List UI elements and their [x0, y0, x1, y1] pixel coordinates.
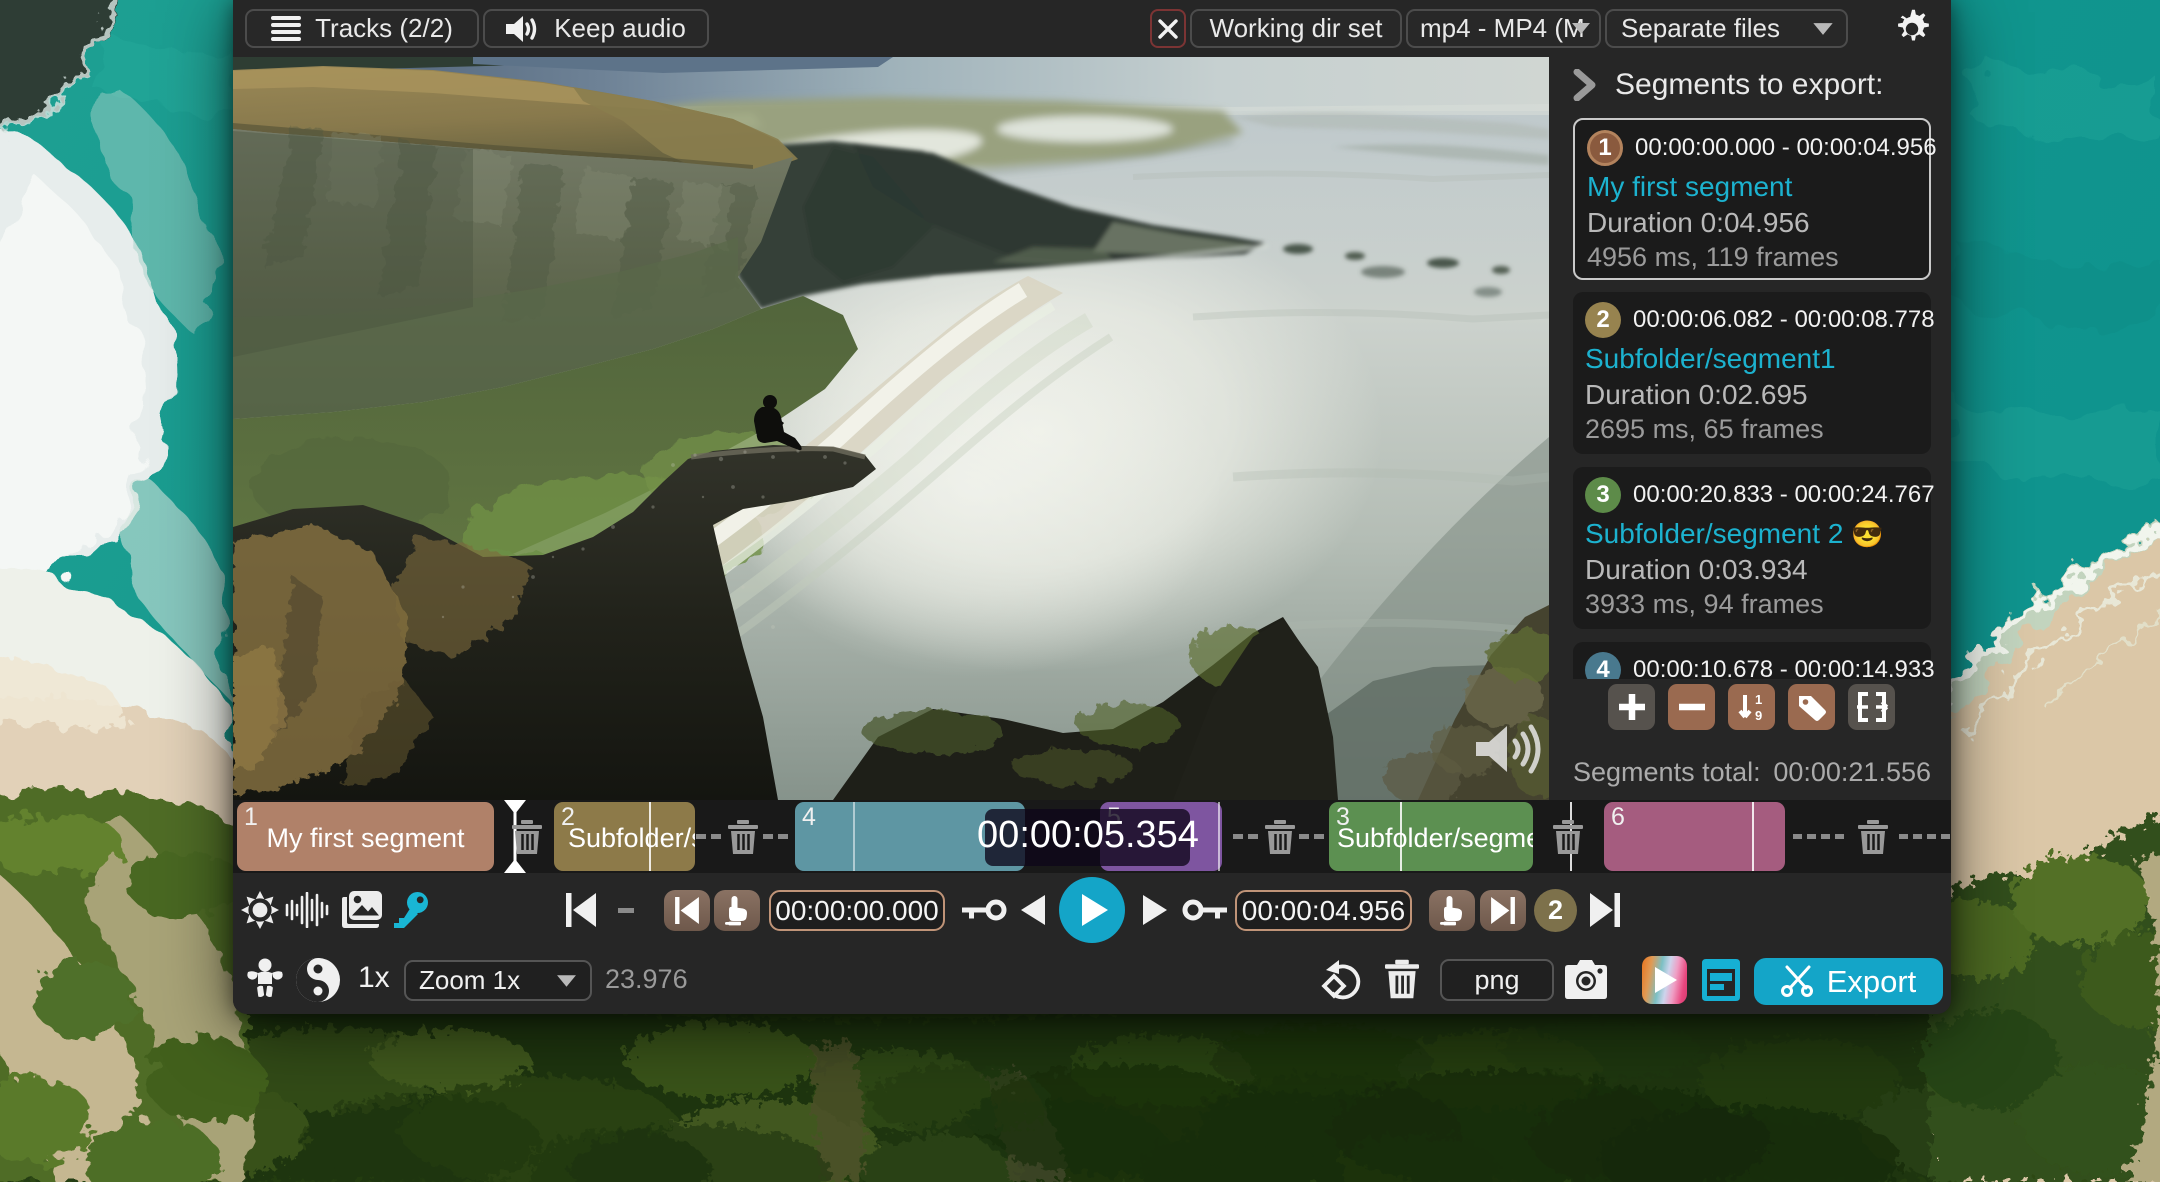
svg-text:9: 9 — [1755, 708, 1762, 723]
svg-text:1: 1 — [1755, 692, 1762, 707]
